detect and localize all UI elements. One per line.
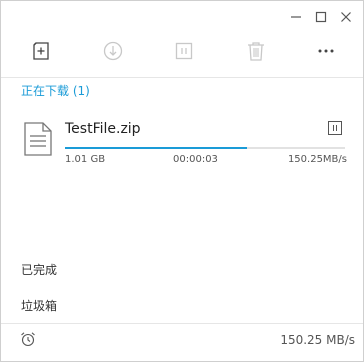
- file-name: TestFile.zip: [65, 121, 141, 137]
- new-download-icon: [33, 42, 49, 60]
- more-icon: [318, 49, 334, 53]
- trash-icon: [248, 42, 264, 61]
- total-speed: 150.25 MB/s: [280, 333, 355, 347]
- download-manager-window: 正在下载 (1) TestFile.zip 1.01 GB 00:00:03 1…: [0, 0, 364, 362]
- pause-all-button[interactable]: [172, 39, 196, 63]
- downloading-section-title[interactable]: 正在下载 (1): [21, 83, 90, 99]
- minimize-icon[interactable]: [288, 9, 304, 25]
- new-download-button[interactable]: [29, 39, 53, 63]
- file-icon: [24, 122, 52, 156]
- pause-icon: [175, 42, 193, 60]
- close-icon[interactable]: [338, 9, 354, 25]
- download-icon: [103, 41, 123, 61]
- status-divider: [1, 323, 363, 324]
- completed-section[interactable]: 已完成: [21, 261, 57, 278]
- elapsed-time: 00:00:03: [173, 154, 218, 165]
- toolbar-divider: [1, 77, 363, 78]
- item-pause-icon[interactable]: [328, 121, 342, 135]
- delete-button[interactable]: [244, 39, 268, 63]
- file-size: 1.01 GB: [65, 154, 106, 165]
- start-download-button[interactable]: [101, 39, 125, 63]
- alarm-clock-icon[interactable]: [20, 331, 36, 347]
- more-button[interactable]: [314, 39, 338, 63]
- progress-fill: [65, 147, 247, 149]
- maximize-icon[interactable]: [313, 9, 329, 25]
- download-speed: 150.25MB/s: [287, 154, 347, 165]
- trash-section[interactable]: 垃圾箱: [21, 297, 57, 314]
- progress-bar: [65, 147, 345, 149]
